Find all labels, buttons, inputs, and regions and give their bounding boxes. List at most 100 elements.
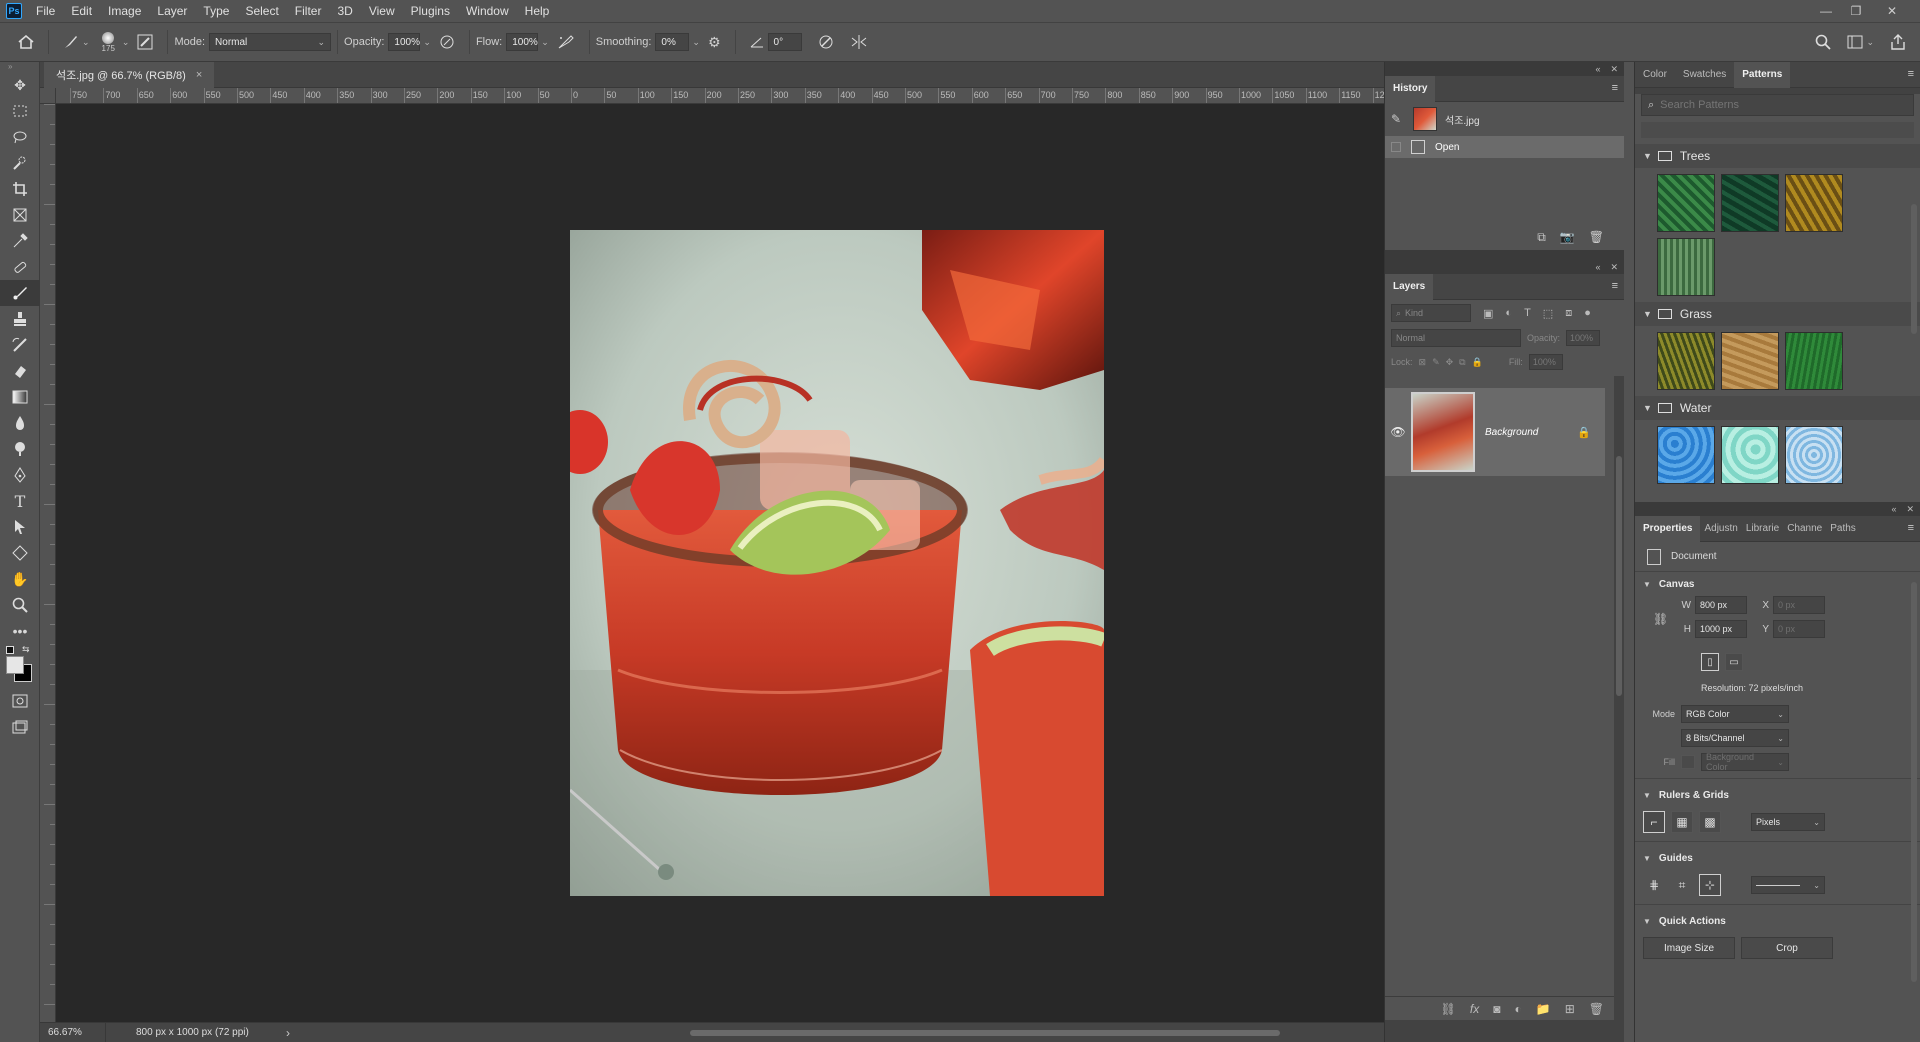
pattern-swatch[interactable] bbox=[1785, 332, 1843, 390]
tab-paths[interactable]: Paths bbox=[1826, 516, 1860, 542]
width-input[interactable]: 800 px bbox=[1695, 596, 1747, 614]
menu-image[interactable]: Image bbox=[100, 0, 149, 22]
menu-window[interactable]: Window bbox=[458, 0, 517, 22]
collapse-icon[interactable]: « bbox=[1595, 262, 1600, 272]
layer-row-background[interactable]: 👁 Background 🔒 bbox=[1385, 388, 1605, 476]
history-source-brush-icon[interactable]: ✎ bbox=[1391, 112, 1405, 126]
pattern-group-grass[interactable]: ▼ Grass bbox=[1635, 302, 1920, 326]
history-checkbox[interactable] bbox=[1391, 142, 1401, 152]
eyedropper-tool-icon[interactable] bbox=[0, 228, 40, 254]
close-window-button[interactable]: ✕ bbox=[1878, 0, 1906, 22]
pattern-swatch[interactable] bbox=[1657, 238, 1715, 296]
y-input[interactable]: 0 px bbox=[1773, 620, 1825, 638]
tab-swatches[interactable]: Swatches bbox=[1675, 62, 1734, 88]
menu-view[interactable]: View bbox=[361, 0, 403, 22]
filter-type-icon[interactable]: T bbox=[1524, 307, 1531, 319]
chevron-down-icon[interactable]: ▼ bbox=[1643, 854, 1651, 863]
lock-position-icon[interactable]: ✥ bbox=[1446, 357, 1454, 368]
menu-layer[interactable]: Layer bbox=[149, 0, 195, 22]
healing-brush-tool-icon[interactable] bbox=[0, 254, 40, 280]
horizontal-scrollbar[interactable] bbox=[330, 1028, 1370, 1038]
lock-all-icon[interactable]: 🔒 bbox=[1472, 357, 1483, 368]
tab-history[interactable]: History bbox=[1385, 75, 1436, 102]
new-fill-adjustment-icon[interactable]: ◐ bbox=[1515, 1002, 1522, 1016]
chevron-down-icon[interactable]: ▼ bbox=[1643, 791, 1651, 800]
layers-scrollbar[interactable] bbox=[1614, 376, 1624, 1036]
panel-menu-icon[interactable]: ≡ bbox=[1908, 522, 1914, 534]
tab-channels[interactable]: Channe bbox=[1783, 516, 1826, 542]
share-icon[interactable] bbox=[1890, 34, 1906, 50]
menu-3d[interactable]: 3D bbox=[329, 0, 360, 22]
restore-button[interactable]: ❐ bbox=[1842, 0, 1870, 22]
pattern-swatch[interactable] bbox=[1657, 426, 1715, 484]
trash-icon[interactable]: 🗑 bbox=[1589, 1002, 1604, 1016]
panel-menu-icon[interactable]: ≡ bbox=[1612, 82, 1618, 94]
pattern-group-trees[interactable]: ▼ Trees bbox=[1635, 144, 1920, 168]
landscape-orientation-icon[interactable]: ▭ bbox=[1725, 653, 1743, 671]
blur-tool-icon[interactable] bbox=[0, 410, 40, 436]
history-brush-tool-icon[interactable] bbox=[0, 332, 40, 358]
collapse-icon[interactable]: « bbox=[1891, 504, 1896, 514]
chevron-down-icon[interactable]: ⌄ bbox=[692, 37, 700, 48]
quick-actions-section-header[interactable]: ▼ Quick Actions bbox=[1635, 909, 1920, 933]
color-mode-select[interactable]: RGB Color ⌄ bbox=[1681, 705, 1789, 723]
scroll-thumb[interactable] bbox=[1911, 582, 1917, 982]
panel-menu-icon[interactable]: ≡ bbox=[1612, 280, 1618, 292]
quick-selection-tool-icon[interactable] bbox=[0, 150, 40, 176]
screen-mode-icon[interactable] bbox=[0, 714, 40, 740]
airbrush-icon[interactable] bbox=[557, 34, 575, 50]
link-dimensions-icon[interactable]: ⛓ bbox=[1653, 612, 1668, 626]
layer-filter-kind-select[interactable]: ⌕ Kind bbox=[1391, 304, 1471, 322]
lock-image-icon[interactable]: ✎ bbox=[1432, 357, 1440, 368]
pen-tool-icon[interactable] bbox=[0, 462, 40, 488]
vertical-ruler[interactable] bbox=[40, 104, 56, 1022]
brush-tool-icon[interactable] bbox=[0, 280, 40, 306]
gear-icon[interactable]: ⚙ bbox=[708, 34, 721, 51]
new-guide-layout-icon[interactable]: ⌗ bbox=[1671, 874, 1693, 896]
close-icon[interactable]: × bbox=[196, 69, 202, 81]
panel-menu-icon[interactable]: ≡ bbox=[1908, 68, 1914, 80]
close-icon[interactable]: ✕ bbox=[1906, 504, 1914, 515]
search-icon[interactable] bbox=[1815, 34, 1832, 50]
new-group-folder-icon[interactable]: 📁 bbox=[1536, 1002, 1551, 1016]
visibility-eye-icon[interactable]: 👁 bbox=[1385, 425, 1411, 439]
lock-transparent-icon[interactable]: ⊠ bbox=[1419, 357, 1427, 368]
pattern-group-water[interactable]: ▼ Water bbox=[1635, 396, 1920, 420]
more-tools-icon[interactable]: ••• bbox=[0, 618, 40, 644]
layer-name[interactable]: Background bbox=[1485, 427, 1577, 438]
home-icon[interactable] bbox=[18, 35, 34, 49]
guides-toggle-icon[interactable]: ⋕ bbox=[1643, 874, 1665, 896]
scroll-thumb[interactable] bbox=[1616, 456, 1622, 696]
pressure-size-icon[interactable] bbox=[818, 34, 834, 50]
document-tab[interactable]: 석조.jpg @ 66.7% (RGB/8) × bbox=[44, 62, 215, 88]
canvas-area[interactable] bbox=[56, 104, 1384, 1022]
move-tool-icon[interactable]: ✥ bbox=[0, 72, 40, 98]
brush-settings-toggle-icon[interactable] bbox=[137, 34, 153, 50]
clone-stamp-tool-icon[interactable] bbox=[0, 306, 40, 332]
pattern-swatch[interactable] bbox=[1721, 426, 1779, 484]
guides-section-header[interactable]: ▼ Guides bbox=[1635, 846, 1920, 870]
properties-scrollbar[interactable] bbox=[1910, 582, 1918, 1002]
symmetry-icon[interactable] bbox=[850, 34, 868, 50]
canvas-section-header[interactable]: ▼ Canvas bbox=[1635, 572, 1920, 596]
pattern-swatch[interactable] bbox=[1721, 332, 1779, 390]
tab-layers[interactable]: Layers bbox=[1385, 273, 1434, 300]
mode-select[interactable]: Normal ⌄ bbox=[209, 33, 332, 51]
filter-adjustment-icon[interactable]: ◐ bbox=[1505, 307, 1512, 319]
patterns-scrollbar[interactable] bbox=[1910, 204, 1918, 504]
fill-color-swatch[interactable] bbox=[1681, 755, 1695, 769]
chevron-down-icon[interactable]: ▼ bbox=[1643, 917, 1651, 926]
chevron-down-icon[interactable]: ▼ bbox=[1643, 403, 1652, 413]
menu-file[interactable]: File bbox=[28, 0, 63, 22]
gradient-tool-icon[interactable] bbox=[0, 384, 40, 410]
zoom-tool-icon[interactable] bbox=[0, 592, 40, 618]
foreground-color-swatch[interactable] bbox=[6, 656, 24, 674]
bit-depth-select[interactable]: 8 Bits/Channel ⌄ bbox=[1681, 729, 1789, 747]
tab-adjustments[interactable]: Adjustn bbox=[1700, 516, 1741, 542]
status-menu-arrow-icon[interactable]: › bbox=[286, 1026, 290, 1040]
link-layers-icon[interactable]: ⛓ bbox=[1441, 1002, 1456, 1016]
guide-style-select[interactable]: ⌄ bbox=[1751, 876, 1825, 894]
pattern-search-box[interactable]: ⌕ bbox=[1641, 94, 1914, 116]
tab-libraries[interactable]: Librarie bbox=[1742, 516, 1783, 542]
history-state-open[interactable]: Open bbox=[1385, 136, 1624, 158]
